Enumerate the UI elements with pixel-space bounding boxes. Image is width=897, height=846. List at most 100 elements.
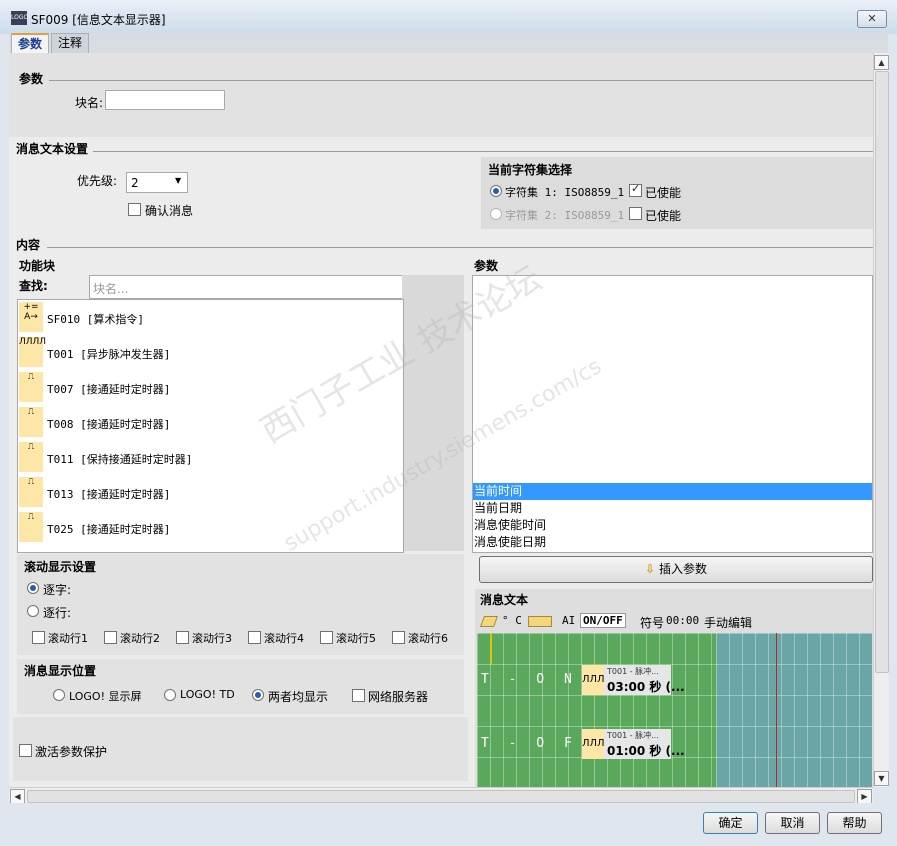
param-block[interactable]: ЛЛЛ T001 - 脉冲... 03:00 秒 (... <box>582 665 685 695</box>
function-blocks-title: 功能块 <box>19 257 60 274</box>
scroll-line6-checkbox[interactable] <box>392 631 405 644</box>
pulse-generator-icon: ЛЛЛЛ <box>19 337 46 367</box>
list-item[interactable]: ⎍ T025 [接通延时定时器] <box>18 510 402 545</box>
charset1-enabled-checkbox[interactable] <box>629 182 642 197</box>
priority-select[interactable]: 2 ▼ <box>126 172 188 193</box>
pulse-generator-icon: ЛЛЛ <box>582 665 605 695</box>
display-logo-label: LOGO! 显示屏 <box>69 690 142 703</box>
vertical-scroll-thumb[interactable] <box>875 71 889 673</box>
cancel-button[interactable]: 取消 <box>765 812 820 834</box>
list-item[interactable]: 当前日期 <box>473 500 872 517</box>
tab-parameters[interactable]: 参数 <box>11 33 50 53</box>
manual-edit-button[interactable]: 手动编辑 <box>704 614 752 631</box>
scroll-right-icon[interactable]: ▶ <box>857 789 872 804</box>
help-button[interactable]: 帮助 <box>827 812 882 834</box>
list-item[interactable]: 消息使能日期 <box>473 534 872 551</box>
scroll-line2-checkbox[interactable] <box>104 631 117 644</box>
list-item[interactable]: ⎍ T007 [接通延时定时器] <box>18 370 402 405</box>
display-web-checkbox[interactable] <box>352 689 365 702</box>
list-item[interactable]: ⎍ T008 [接通延时定时器] <box>18 405 402 440</box>
scroll-settings-title: 滚动显示设置 <box>24 558 101 575</box>
scroll-left-icon[interactable]: ◀ <box>10 789 25 804</box>
display-web-label: 网络服务器 <box>368 690 429 704</box>
row1-label: T - O N <box>481 672 578 687</box>
scroll-up-icon[interactable]: ▲ <box>874 55 889 70</box>
charset1-enabled-label: 已使能 <box>645 186 682 200</box>
list-item[interactable]: 当前时间 <box>473 483 872 500</box>
param-block-value: 01:00 秒 (... <box>607 744 685 758</box>
block-name-input[interactable] <box>105 90 225 110</box>
symbol-button[interactable]: 符号 <box>640 614 664 631</box>
search-input[interactable]: 块名... <box>89 275 404 299</box>
message-text-title: 消息文本 <box>480 591 533 608</box>
params-group: 参数 块名: <box>9 53 873 137</box>
list-item[interactable]: ⎍ T011 [保持接通延时定时器] <box>18 440 402 475</box>
list-gutter <box>402 275 464 551</box>
protect-checkbox[interactable] <box>19 744 32 757</box>
charset2-enabled-label: 已使能 <box>645 209 682 223</box>
message-editor[interactable]: T - O N T - O F F ЛЛЛ T001 - 脉冲... 03:00… <box>477 633 872 788</box>
insert-param-button[interactable]: ⇩ 插入参数 <box>479 556 873 583</box>
pulse-generator-icon: ЛЛЛ <box>582 729 605 759</box>
list-item-label: T008 [接通延时定时器] <box>47 418 171 431</box>
vertical-scrollbar[interactable]: ▲ ▼ <box>873 53 889 787</box>
scroll-line5-checkbox[interactable] <box>320 631 333 644</box>
text-cursor <box>490 633 492 664</box>
ack-message-label: 确认消息 <box>145 204 194 218</box>
scroll-line3-checkbox[interactable] <box>176 631 189 644</box>
scroll-line3-label: 滚动行3 <box>192 632 232 645</box>
protect-group: 激活参数保护 <box>13 717 468 781</box>
timer-icon: ⎍ <box>19 407 43 437</box>
charset2-label: 字符集 2: ISO8859_1 <box>505 209 625 222</box>
charset-group: 当前字符集选择 字符集 1: ISO8859_1 已使能 字符集 2: ISO8… <box>481 157 873 229</box>
content-title: 内容 <box>16 236 45 253</box>
eraser-icon[interactable] <box>479 616 499 627</box>
list-item[interactable]: 消息使能时间 <box>473 517 872 534</box>
charset1-radio[interactable] <box>490 185 502 197</box>
display-position-title: 消息显示位置 <box>24 662 101 679</box>
list-item-label: T011 [保持接通延时定时器] <box>47 453 193 466</box>
list-item[interactable]: += A→ SF010 [算术指令] <box>18 300 402 335</box>
scroll-line5-label: 滚动行5 <box>336 632 376 645</box>
close-icon: ✕ <box>867 12 877 25</box>
horizontal-scrollbar[interactable]: ◀ ▶ <box>9 787 873 804</box>
block-name-label: 块名: <box>75 96 104 110</box>
list-item[interactable]: ЛЛЛЛ T001 [异步脉冲发生器] <box>18 335 402 370</box>
search-label: 查找: <box>19 279 48 293</box>
display-td-radio[interactable] <box>164 689 176 701</box>
display-both-radio[interactable] <box>252 689 264 701</box>
tab-comments[interactable]: 注释 <box>51 33 90 53</box>
ok-button[interactable]: 确定 <box>703 812 758 834</box>
charset1-label: 字符集 1: ISO8859_1 <box>505 186 625 199</box>
param-block[interactable]: ЛЛЛ T001 - 脉冲... 01:00 秒 (... <box>582 729 685 759</box>
ack-message-checkbox[interactable] <box>128 203 141 216</box>
display-td-label: LOGO! TD <box>180 688 235 701</box>
scroll-line4-checkbox[interactable] <box>248 631 261 644</box>
function-block-list[interactable]: += A→ SF010 [算术指令] ЛЛЛЛ T001 [异步脉冲发生器] ⎍… <box>17 299 404 553</box>
charset2-radio[interactable] <box>490 208 502 220</box>
time-button[interactable]: 00:00 <box>666 614 699 627</box>
scroll-down-icon[interactable]: ▼ <box>874 771 889 786</box>
horizontal-scroll-thumb[interactable] <box>27 790 855 803</box>
on-off-button[interactable]: ON/OFF <box>580 613 626 628</box>
param-block-name: T001 - 脉冲... <box>607 667 659 676</box>
display-both-label: 两者均显示 <box>268 690 329 704</box>
editor-grid <box>477 633 716 788</box>
scroll-by-char-label: 逐字: <box>43 583 72 597</box>
param-list-title: 参数 <box>474 257 503 274</box>
scroll-line1-checkbox[interactable] <box>32 631 45 644</box>
ai-button[interactable]: AI <box>562 614 575 627</box>
scroll-line2-label: 滚动行2 <box>120 632 160 645</box>
display-logo-radio[interactable] <box>53 689 65 701</box>
close-button[interactable]: ✕ <box>857 10 887 28</box>
degree-button[interactable]: ° C <box>502 614 522 627</box>
scroll-by-line-radio[interactable] <box>27 605 39 617</box>
params-section-title: 参数 <box>19 70 48 87</box>
bar-graph-icon[interactable] <box>528 616 552 627</box>
list-item-label: T007 [接通延时定时器] <box>47 383 171 396</box>
list-item[interactable]: ⎍ T013 [接通延时定时器] <box>18 475 402 510</box>
charset2-enabled-checkbox[interactable] <box>629 207 642 220</box>
protect-label: 激活参数保护 <box>35 745 108 759</box>
param-list[interactable]: 当前时间 当前日期 消息使能时间 消息使能日期 <box>472 275 873 553</box>
scroll-by-char-radio[interactable] <box>27 582 39 594</box>
